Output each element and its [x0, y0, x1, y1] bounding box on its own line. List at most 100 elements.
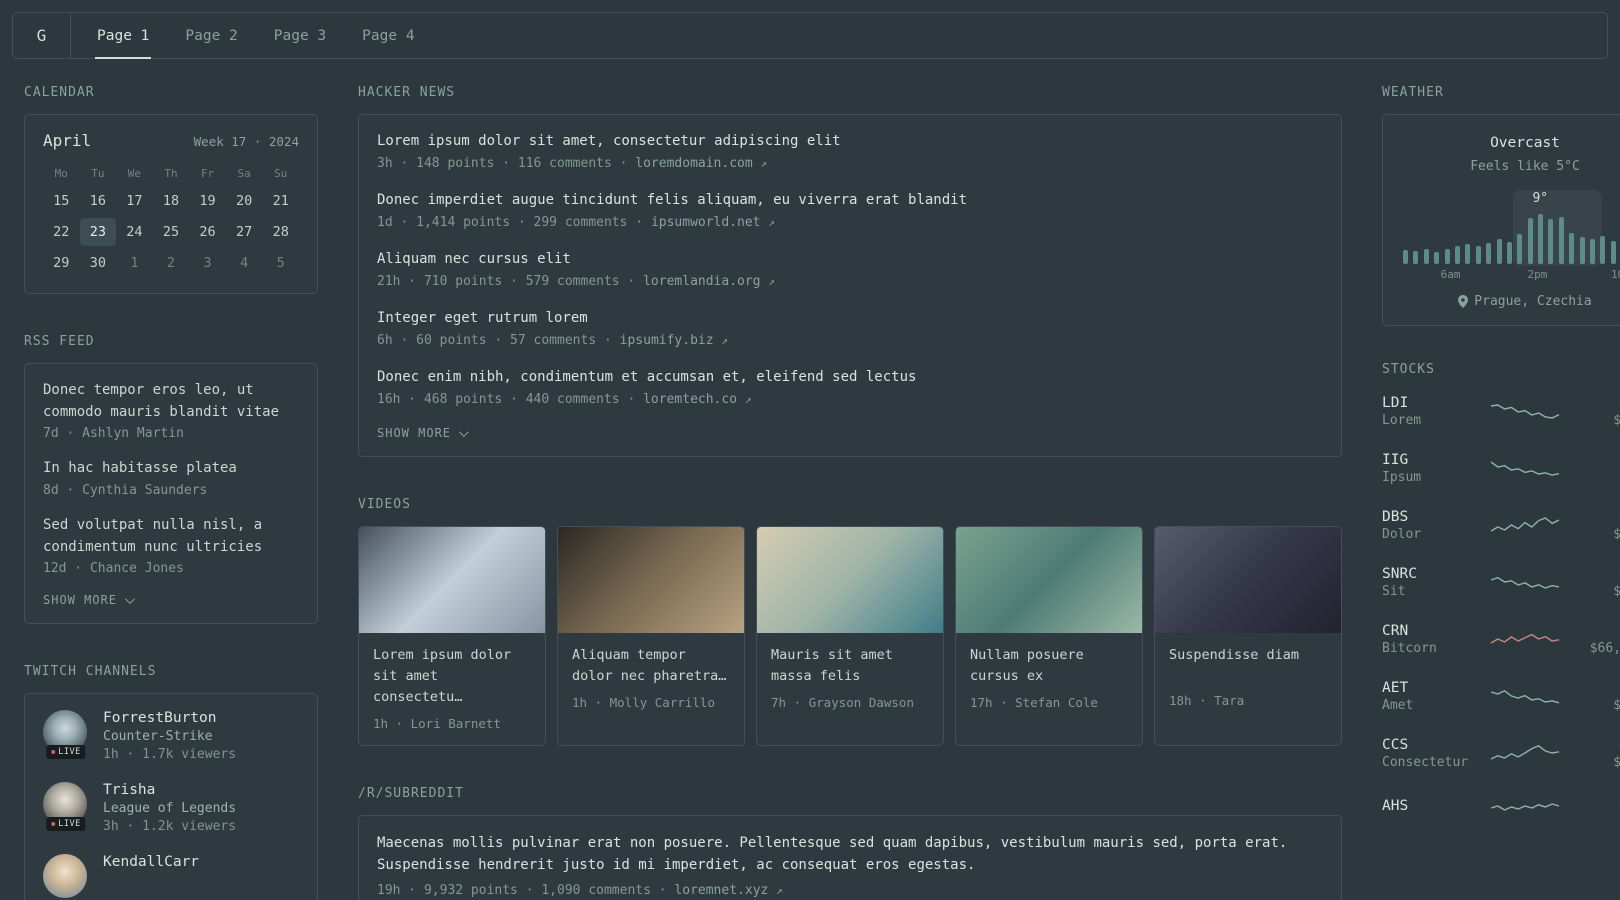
hackernews-item-title[interactable]: Donec imperdiet augue tincidunt felis al… [377, 190, 1323, 211]
calendar-day-next-month: 2 [166, 255, 176, 271]
video-thumbnail[interactable] [558, 527, 744, 633]
calendar-day: 26 [199, 224, 216, 240]
twitch-channel-name[interactable]: Trisha [103, 782, 236, 798]
tab-page-3[interactable]: Page 3 [272, 13, 328, 58]
stock-sparkline [1490, 689, 1560, 703]
live-label: LIVE [58, 747, 81, 758]
stock-symbol[interactable]: IIG [1382, 452, 1474, 468]
rss-item-title[interactable]: Donec tempor eros leo, ut commodo mauris… [43, 380, 299, 423]
rss-item-title[interactable]: In hac habitasse platea [43, 458, 299, 480]
hackernews-card: Lorem ipsum dolor sit amet, consectetur … [358, 114, 1342, 457]
hackernews-item: Donec imperdiet augue tincidunt felis al… [377, 190, 1323, 230]
hackernews-item-domain-link[interactable]: ipsumify.biz ↗ [620, 333, 728, 348]
hackernews-item-domain-link[interactable]: loremdomain.com ↗ [635, 156, 767, 171]
hackernews-item-title[interactable]: Lorem ipsum dolor sit amet, consectetur … [377, 131, 1323, 152]
stock-symbol[interactable]: LDI [1382, 395, 1474, 411]
stock-symbol[interactable]: CRN [1382, 623, 1474, 639]
external-link-icon: ↗ [776, 883, 783, 897]
video-card[interactable]: Aliquam tempor dolor nec pharetra… 1h · … [557, 526, 745, 746]
hackernews-item-stats: 6h · 60 points · 57 comments · [377, 333, 620, 348]
twitch-channel-row[interactable]: KendallCarr [43, 854, 299, 900]
stock-symbol[interactable]: AET [1382, 680, 1474, 696]
stock-sparkline [1490, 516, 1560, 532]
video-thumbnail[interactable] [757, 527, 943, 633]
weather-peak-temp: 9° [1532, 191, 1549, 206]
hackernews-item-stats: 1d · 1,414 points · 299 comments · [377, 215, 651, 230]
tab-page-4[interactable]: Page 4 [360, 13, 416, 58]
hackernews-item-domain-link[interactable]: loremtech.co ↗ [643, 392, 751, 407]
video-thumbnail[interactable] [1155, 527, 1341, 633]
stock-row[interactable]: IIG Ipsum +2.84% $42.04 [1382, 452, 1620, 485]
rss-show-more-button[interactable]: SHOW MORE [43, 593, 299, 607]
stock-row[interactable]: CCS Consectetur +0.51% $165.84 [1382, 737, 1620, 770]
video-thumbnail[interactable] [956, 527, 1142, 633]
rss-item-meta: 12d · Chance Jones [43, 561, 184, 577]
stock-name: Dolor [1382, 527, 1422, 542]
video-thumbnail[interactable] [359, 527, 545, 633]
calendar-day-header: Fr [200, 166, 215, 180]
stock-symbol[interactable]: CCS [1382, 737, 1474, 753]
stock-row[interactable]: AET Amet +0.92% $499.72 [1382, 680, 1620, 713]
rss-widget: RSS FEED Donec tempor eros leo, ut commo… [24, 334, 318, 625]
hackernews-item-domain-link[interactable]: loremlandia.org ↗ [643, 274, 775, 289]
stock-symbol[interactable]: DBS [1382, 509, 1474, 525]
twitch-channel-name[interactable]: ForrestBurton [103, 710, 236, 726]
stock-row[interactable]: DBS Dolor +1.42% $156.28 [1382, 509, 1620, 542]
twitch-channel-meta: 3h · 1.2k viewers [103, 819, 237, 835]
stock-row[interactable]: SNRC Sit +1.36% $148.64 [1382, 566, 1620, 599]
hackernews-item-title[interactable]: Integer eget rutrum lorem [377, 308, 1323, 329]
hackernews-item-title[interactable]: Donec enim nibh, condimentum et accumsan… [377, 367, 1323, 388]
rss-section-title: RSS FEED [24, 334, 95, 349]
subreddit-post-domain-link[interactable]: loremnet.xyz ↗ [674, 883, 782, 898]
hackernews-item-title[interactable]: Aliquam nec cursus elit [377, 249, 1323, 270]
rss-item: Sed volutpat nulla nisl, a condimentum n… [43, 515, 299, 576]
middle-column: HACKER NEWS Lorem ipsum dolor sit amet, … [358, 85, 1342, 900]
stock-symbol[interactable]: AHS [1382, 798, 1474, 814]
weather-bar [1548, 219, 1554, 264]
twitch-channel-row[interactable]: LIVE Trisha League of Legends 3h · 1.2k … [43, 782, 299, 834]
hackernews-item: Donec enim nibh, condimentum et accumsan… [377, 367, 1323, 407]
rss-item-title[interactable]: Sed volutpat nulla nisl, a condimentum n… [43, 515, 299, 558]
twitch-avatar-wrap: LIVE [43, 710, 89, 760]
weather-bar [1590, 239, 1596, 264]
video-card[interactable]: Lorem ipsum dolor sit amet consectetu… 1… [358, 526, 546, 746]
calendar-day-header: We [127, 166, 142, 180]
tab-page-1[interactable]: Page 1 [95, 13, 152, 59]
app-logo[interactable]: G [13, 13, 71, 58]
twitch-channel-info: Trisha League of Legends 3h · 1.2k viewe… [103, 782, 236, 834]
hackernews-item-domain: ipsumify.biz [619, 333, 714, 348]
video-title[interactable]: Lorem ipsum dolor sit amet consectetu… [373, 645, 531, 708]
twitch-card: LIVE ForrestBurton Counter-Strike 1h · 1… [24, 693, 318, 900]
stock-row[interactable]: AHS +0.46% [1382, 794, 1620, 820]
weather-bar [1506, 242, 1512, 264]
video-card[interactable]: Mauris sit amet massa felis 7h · Grayson… [756, 526, 944, 746]
twitch-channel-name[interactable]: KendallCarr [103, 854, 199, 870]
stock-id: LDI Lorem [1382, 395, 1474, 428]
video-title[interactable]: Suspendisse diam [1169, 645, 1327, 685]
video-title[interactable]: Aliquam tempor dolor nec pharetra… [572, 645, 730, 687]
video-title[interactable]: Nullam posuere cursus ex [970, 645, 1128, 687]
hackernews-item-domain-link[interactable]: ipsumworld.net ↗ [651, 215, 775, 230]
tab-page-2[interactable]: Page 2 [183, 13, 239, 58]
twitch-channel-game[interactable]: Counter-Strike [103, 729, 236, 744]
twitch-channel-row[interactable]: LIVE ForrestBurton Counter-Strike 1h · 1… [43, 710, 299, 762]
stock-row[interactable]: CRN Bitcorn -1.00% $66,171.48 [1382, 623, 1620, 656]
video-title[interactable]: Mauris sit amet massa felis [771, 645, 929, 687]
stock-sparkline [1490, 744, 1560, 760]
stock-sparkline [1490, 576, 1560, 589]
hackernews-item-domain: loremlandia.org [643, 274, 761, 289]
weather-bar [1465, 244, 1471, 264]
subreddit-post-domain: loremnet.xyz [674, 882, 769, 898]
stock-row[interactable]: LDI Lorem +4.35% $795.18 [1382, 395, 1620, 428]
video-card[interactable]: Nullam posuere cursus ex 17h · Stefan Co… [955, 526, 1143, 746]
weather-time-label: 6am [1440, 268, 1461, 281]
twitch-channel-game[interactable]: League of Legends [103, 801, 236, 816]
weather-time-label: 10pm [1610, 268, 1620, 281]
weather-bar [1527, 218, 1533, 264]
stock-symbol[interactable]: SNRC [1382, 566, 1474, 582]
hackernews-show-more-button[interactable]: SHOW MORE [377, 426, 1323, 440]
stock-sparkline [1490, 803, 1560, 811]
external-link-icon: ↗ [768, 275, 775, 288]
subreddit-post-title[interactable]: Maecenas mollis pulvinar erat non posuer… [377, 832, 1323, 877]
video-card[interactable]: Suspendisse diam 18h · Tara [1154, 526, 1342, 746]
